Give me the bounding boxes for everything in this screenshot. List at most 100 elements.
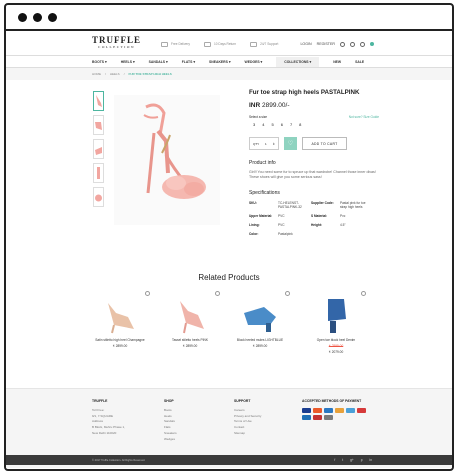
related-product-price: ₹ 2899.00 [86, 344, 154, 348]
thumbnail[interactable] [93, 115, 104, 135]
size-option[interactable]: 8 [299, 122, 301, 127]
heel-thumb-icon [95, 147, 102, 155]
nav-sneakers[interactable]: SNEAKERS ▾ [209, 60, 231, 64]
feature-delivery: Free Delivery [161, 41, 190, 47]
return-icon [203, 41, 211, 47]
related-product-name[interactable]: Open toe block heel Denim [302, 338, 370, 342]
facebook-icon[interactable]: f [334, 458, 335, 462]
size-label: Select a size [249, 115, 268, 119]
size-header: Select a size Not sure? Size Guide [249, 115, 379, 119]
product-image[interactable] [86, 295, 154, 335]
nav-sale[interactable]: SALE [355, 60, 364, 64]
related-product-card[interactable]: Tassel stiletto heels PINK ₹ 2899.00 [156, 291, 224, 348]
discover-icon [335, 407, 344, 413]
footer-bottom-bar: © 2017 Truffle Collection. All Rights Re… [6, 455, 452, 465]
login-link[interactable]: LOGIN [300, 42, 311, 46]
price-value: ₹ 2899.00 [182, 344, 198, 348]
spec-key: Upper Material: [249, 214, 273, 218]
product-image[interactable] [156, 295, 224, 335]
size-option[interactable]: 3 [253, 122, 255, 127]
product-main-image[interactable] [114, 95, 220, 225]
heel-thumb-icon [95, 95, 102, 107]
size-option[interactable]: 7 [290, 122, 292, 127]
related-product-name[interactable]: Tassel stiletto heels PINK [156, 338, 224, 342]
related-product-card[interactable]: Satin stiletto high heel Champagne ₹ 289… [86, 291, 154, 348]
card-icon [313, 414, 322, 420]
breadcrumb-home[interactable]: HOME [92, 72, 101, 76]
size-option[interactable]: 6 [281, 122, 283, 127]
qty-label: QTY [252, 141, 260, 146]
product-info-heading: Product info [249, 160, 276, 166]
footer-heading: SHOP [164, 399, 174, 403]
heart-icon[interactable] [285, 291, 290, 296]
cart-icon[interactable] [360, 41, 365, 47]
qty-arrows-icon[interactable]: ⇕ [273, 142, 276, 146]
related-product-card[interactable]: Block heeled mules LIGHTBLUE ₹ 2899.00 [226, 291, 294, 348]
heel-thumb-icon [95, 194, 102, 202]
window-dot-icon[interactable] [33, 13, 42, 22]
spec-value: Pvc [340, 214, 346, 218]
nav-boots[interactable]: BOOTS ▾ [92, 60, 107, 64]
spec-row: Color: Pastalpink [249, 231, 373, 240]
spec-key: SKU: [249, 201, 257, 205]
nav-heels[interactable]: HEELS ▾ [121, 60, 135, 64]
denim-heel-image [328, 299, 346, 333]
size-option[interactable]: 5 [271, 122, 273, 127]
cart-badge [370, 42, 374, 46]
size-guide-link[interactable]: Not sure? Size Guide [349, 115, 379, 119]
heart-icon[interactable] [361, 291, 366, 296]
spec-row: Upper Material: PVC S Material: Pvc [249, 213, 373, 222]
pinterest-icon[interactable]: p [361, 458, 363, 462]
twitter-icon[interactable]: t [342, 458, 343, 462]
product-image[interactable] [226, 295, 294, 335]
nav-wedges[interactable]: WEDGES ▾ [245, 60, 263, 64]
thumbnail[interactable] [93, 163, 104, 183]
google-plus-icon[interactable]: g+ [350, 458, 354, 462]
footer-link[interactable]: Sneakers [164, 431, 177, 437]
register-link[interactable]: REGISTER [317, 42, 335, 46]
wishlist-button[interactable]: ♡ [284, 137, 297, 150]
old-price: ₹ 2599.00 [328, 344, 344, 348]
instagram-icon[interactable]: in [370, 458, 372, 462]
nav-sandals[interactable]: SANDALS ▾ [149, 60, 168, 64]
related-product-name[interactable]: Satin stiletto high heel Champagne [86, 338, 154, 342]
spec-key: Supplier Code: [311, 201, 334, 205]
search-icon[interactable] [340, 41, 345, 47]
nav-new[interactable]: NEW [333, 60, 341, 64]
window-titlebar [6, 5, 452, 31]
site-header: TRUFFLE COLLECTION Free Delivery 10 Days… [6, 33, 452, 55]
related-product-card[interactable]: Open toe block heel Denim ₹ 2599.00 ₹ 20… [302, 291, 370, 354]
nav-collections[interactable]: COLLECTIONS ▾ [276, 56, 320, 67]
window-dot-icon[interactable] [18, 13, 27, 22]
blue-mule-image [244, 307, 276, 332]
size-option[interactable]: 4 [262, 122, 264, 127]
maestro-icon [357, 407, 366, 413]
related-product-name[interactable]: Block heeled mules LIGHTBLUE [226, 338, 294, 342]
breadcrumb-heels[interactable]: HEELS [110, 72, 120, 76]
thumbnail[interactable] [93, 91, 104, 111]
add-to-cart-button[interactable]: ADD TO CART [302, 137, 347, 150]
nav-flats[interactable]: FLATS ▾ [182, 60, 195, 64]
window-dot-icon[interactable] [48, 13, 57, 22]
footer-link[interactable]: Wedges [164, 437, 177, 443]
amex-icon [324, 407, 333, 413]
heart-icon[interactable] [145, 291, 150, 296]
spec-value: 4.5" [340, 223, 346, 227]
thumbnail[interactable] [93, 139, 104, 159]
thumbnail[interactable] [93, 187, 104, 207]
product-price: INR 2899.00/- [249, 102, 379, 109]
wishlist-icon[interactable] [350, 41, 355, 47]
footer-link[interactable]: Sitemap [234, 431, 261, 437]
qty-value[interactable]: 1 [265, 142, 267, 146]
truck-icon [161, 41, 169, 47]
feature-strip: Free Delivery 10 Days Return 24/7 Suppor… [161, 41, 279, 47]
payment-icons [302, 407, 372, 420]
logo[interactable]: TRUFFLE COLLECTION [92, 36, 141, 51]
feature-label: 24/7 Support [260, 42, 279, 46]
heart-icon[interactable] [215, 291, 220, 296]
product-image[interactable] [302, 295, 370, 335]
copyright-text: © 2017 Truffle Collection. All Rights Re… [92, 458, 146, 462]
quantity-stepper[interactable]: QTY 1 ⇕ [249, 137, 279, 150]
breadcrumb-sep: / [123, 72, 125, 76]
spec-row: Lining: PVC Height: 4.5" [249, 222, 373, 231]
